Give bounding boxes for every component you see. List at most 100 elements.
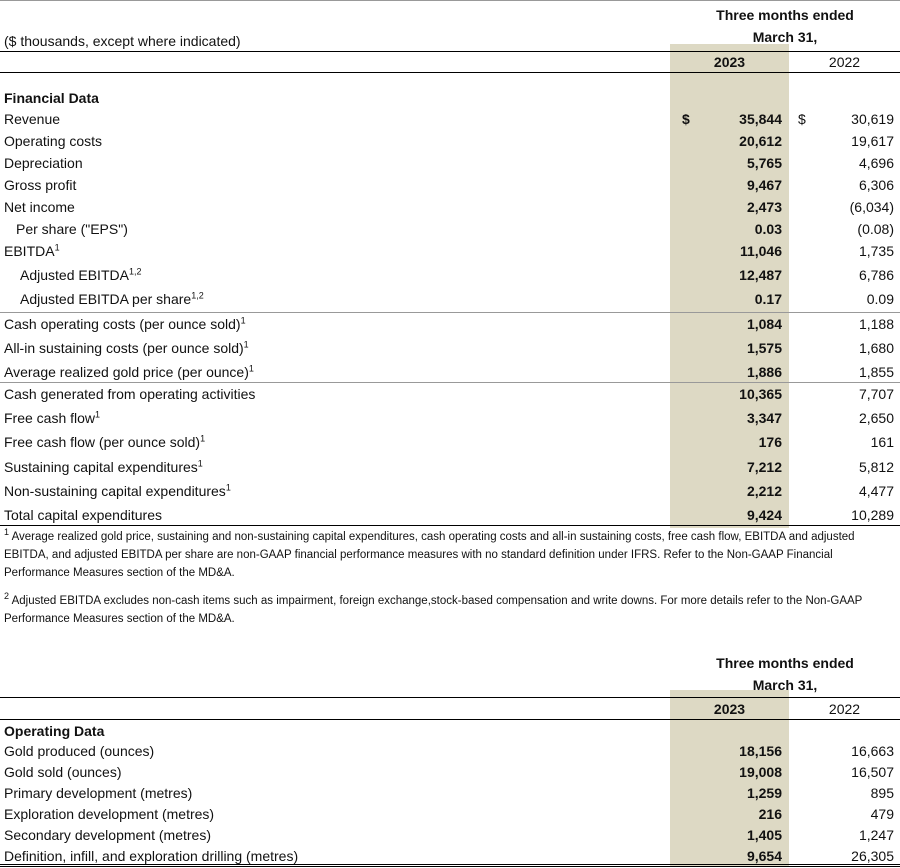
value-2023: 35,844	[739, 111, 782, 127]
row-label: Depreciation	[4, 154, 83, 172]
value-2023: 1,084	[746, 316, 782, 332]
year-current-header: 2023	[713, 54, 746, 70]
value-2023: 0.17	[754, 291, 782, 307]
value-2023: 1,575	[746, 340, 782, 356]
op-value-2022: 1,247	[858, 827, 894, 843]
value-2022: 1,188	[858, 316, 894, 332]
footnote-ref: 1,2	[191, 290, 204, 301]
row-label: Adjusted EBITDA1,2	[20, 266, 141, 284]
period-header-line2: March 31,	[752, 29, 818, 45]
row-label-text: Free cash flow (per ounce sold)	[4, 434, 201, 450]
value-2022: 0.09	[866, 291, 894, 307]
op-value-2022: 16,507	[851, 764, 894, 780]
row-label-text: Total capital expenditures	[4, 507, 162, 523]
op-period-header-line1: Three months ended	[716, 655, 854, 671]
row-label: Adjusted EBITDA per share1,2	[20, 290, 204, 308]
footnote-ref: 1	[54, 242, 60, 253]
op-year-header-rule	[0, 719, 900, 720]
op-year-prior-header: 2022	[828, 701, 861, 717]
row-label-text: Revenue	[4, 111, 61, 127]
row-label: Gross profit	[4, 176, 76, 194]
row-label-text: Sustaining capital expenditures	[4, 459, 198, 475]
currency-symbol: $	[682, 111, 690, 127]
row-label: All-in sustaining costs (per ounce sold)…	[4, 339, 249, 357]
op-value-2022: 479	[870, 806, 894, 822]
footnote-1: 1 Average realized gold price, sustainin…	[4, 527, 855, 579]
row-label-text: Operating costs	[4, 133, 103, 149]
period-header-line1: Three months ended	[716, 7, 854, 23]
table-bottom-rule	[0, 525, 900, 526]
op-row-label: Gold sold (ounces)	[4, 764, 122, 780]
op-value-2023: 18,156	[739, 743, 782, 759]
row-label: Cash generated from operating activities	[4, 385, 255, 403]
op-period-header-line2: March 31,	[752, 677, 818, 693]
row-label-text: Net income	[4, 199, 75, 215]
row-label: Cash operating costs (per ounce sold)1	[4, 315, 246, 333]
row-label-text: Non-sustaining capital expenditures	[4, 483, 226, 499]
footnote-ref: 1	[200, 433, 206, 444]
value-2023: 11,046	[739, 243, 782, 259]
value-2022: 5,812	[858, 459, 894, 475]
row-label: Total capital expenditures	[4, 506, 162, 524]
op-table-bottom-rule	[0, 864, 900, 867]
value-2022: 2,650	[858, 410, 894, 426]
value-2023: 12,487	[739, 267, 782, 283]
value-2023: 0.03	[754, 221, 782, 237]
units-label: ($ thousands, except where indicated)	[4, 33, 241, 49]
year-header-rule	[0, 72, 900, 73]
value-2022: 6,786	[858, 267, 894, 283]
op-value-2022: 16,663	[851, 743, 894, 759]
value-2023: 3,347	[746, 410, 782, 426]
footnote-ref: 1	[248, 363, 254, 374]
row-label-text: All-in sustaining costs (per ounce sold)	[4, 340, 244, 356]
value-2022: 7,707	[858, 386, 894, 402]
row-label-text: Cash generated from operating activities	[4, 386, 256, 402]
footnote-ref: 1	[240, 315, 246, 326]
value-2022: 6,306	[858, 177, 894, 193]
op-value-2022: 895	[870, 785, 894, 801]
value-2023: 20,612	[739, 133, 782, 149]
rule-after-gold-price	[0, 382, 900, 383]
row-label-text: Per share ("EPS")	[16, 221, 128, 237]
row-label: Non-sustaining capital expenditures1	[4, 482, 231, 500]
op-value-2022: 26,305	[851, 848, 894, 864]
footnote-2: 2 Adjusted EBITDA excludes non-cash item…	[4, 591, 863, 625]
row-label-text: EBITDA	[4, 243, 55, 259]
value-2022: 161	[870, 434, 894, 450]
row-label-text: Depreciation	[4, 155, 83, 171]
financial-data-table: Three months ended March 31, ($ thousand…	[0, 0, 900, 530]
row-label-text: Average realized gold price (per ounce)	[4, 364, 249, 380]
footnote-ref: 1	[243, 339, 249, 350]
value-2023: 9,424	[746, 507, 782, 523]
value-2022: 19,617	[851, 133, 894, 149]
row-label-text: Adjusted EBITDA	[20, 267, 129, 283]
row-label: Operating costs	[4, 132, 102, 150]
value-2023: 1,886	[746, 364, 782, 380]
row-label: Per share ("EPS")	[16, 220, 128, 238]
value-2023: 9,467	[746, 177, 782, 193]
row-label-text: Cash operating costs (per ounce sold)	[4, 316, 241, 332]
row-label-text: Gross profit	[4, 177, 77, 193]
rule-after-adj-ebitda-per-share	[0, 312, 900, 313]
value-2023: 2,473	[746, 199, 782, 215]
op-header-rule	[0, 697, 900, 698]
value-2022: (0.08)	[857, 221, 894, 237]
year-prior-header: 2022	[828, 54, 861, 70]
row-label-text: Free cash flow	[4, 410, 96, 426]
section-title-financial: Financial Data	[4, 90, 99, 106]
op-row-label: Gold produced (ounces)	[4, 743, 155, 759]
footnote-ref: 1	[225, 482, 231, 493]
row-label: Free cash flow1	[4, 409, 100, 427]
value-2022: (6,034)	[849, 199, 894, 215]
op-value-2023: 1,259	[746, 785, 782, 801]
header-rule	[0, 51, 900, 52]
value-2023: 10,365	[739, 386, 782, 402]
value-2023: 2,212	[746, 483, 782, 499]
op-row-label: Secondary development (metres)	[4, 827, 211, 843]
op-row-label: Exploration development (metres)	[4, 806, 215, 822]
value-2022: 10,289	[851, 507, 894, 523]
footnote-ref: 1	[197, 458, 203, 469]
op-row-label: Definition, infill, and exploration dril…	[4, 848, 299, 864]
value-2022: 1,680	[858, 340, 894, 356]
row-label: Free cash flow (per ounce sold)1	[4, 433, 205, 451]
